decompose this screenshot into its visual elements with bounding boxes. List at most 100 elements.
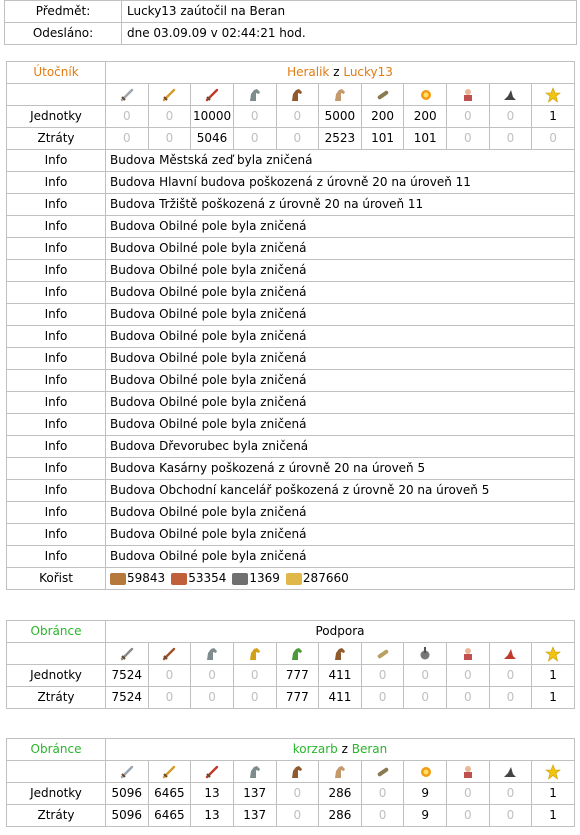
loss-count-cell: 5046	[190, 127, 234, 150]
unit-icon-cell	[147, 642, 192, 665]
unit-icon-cell	[488, 83, 533, 106]
loss-count-cell: 0	[488, 804, 533, 827]
loss-count-cell: 0	[147, 686, 192, 709]
info-text: Budova Obilné pole byla zničená	[105, 545, 575, 568]
sword-icon	[120, 88, 134, 101]
dagger-icon	[205, 88, 219, 101]
defender-role: Obránce	[6, 738, 106, 761]
defender-player-link[interactable]: korzarb	[293, 742, 338, 756]
loss-count-cell: 1	[531, 686, 575, 709]
unit-icon-cell	[403, 83, 447, 106]
info-row: Info Budova Obilné pole byla zničená	[6, 369, 575, 392]
iron-icon	[232, 572, 249, 585]
unit-icon-cell	[531, 83, 575, 106]
loss-count-cell: 7524	[105, 686, 149, 709]
loss-count-cell: 0	[403, 686, 447, 709]
horse-brown-icon	[292, 765, 303, 778]
horse-brown-icon	[334, 647, 345, 660]
hat-icon	[504, 89, 517, 100]
info-text: Budova Obilné pole byla zničená	[105, 391, 575, 414]
unit-count-cell: 0	[360, 782, 405, 805]
loot-values: 59843 53354 1369 287660	[105, 567, 575, 590]
attacker-icon-row	[6, 83, 575, 106]
unit-icon-cell	[531, 642, 575, 665]
loot-amount: 53354	[188, 571, 227, 585]
info-row: Info Budova Obilné pole byla zničená	[6, 523, 575, 546]
unit-icon-cell	[318, 760, 362, 783]
wood-icon	[110, 572, 126, 585]
loss-count-cell: 6465	[147, 804, 192, 827]
unit-icon-cell	[275, 760, 320, 783]
unit-count-cell: 200	[360, 105, 405, 128]
sword-icon	[120, 765, 134, 778]
loss-count-cell: 0	[446, 686, 490, 709]
attacker-report: Útočník Heralik z Lucky13 Jednotky 0 0 100…	[6, 61, 575, 590]
horse-beige-icon	[334, 88, 345, 101]
info-text: Budova Tržiště poškozená z úrovně 20 na …	[105, 193, 575, 216]
loss-count-cell: 0	[190, 686, 234, 709]
info-text: Budova Obilné pole byla zničená	[105, 259, 575, 282]
info-row: Info Budova Hlavní budova poškozená z úro…	[6, 171, 575, 194]
info-row: Info Budova Obilné pole byla zničená	[6, 347, 575, 370]
losses-label: Ztráty	[6, 804, 106, 827]
horse-green-icon	[292, 647, 303, 660]
attacker-joiner: z	[333, 65, 340, 79]
unit-icon-cell	[360, 642, 405, 665]
spear-icon	[163, 647, 176, 660]
loss-count-cell: 286	[318, 804, 362, 827]
loss-count-cell: 0	[360, 686, 405, 709]
unit-icon-cell	[446, 642, 490, 665]
info-text: Budova Obilné pole byla zničená	[105, 369, 575, 392]
attacker-losses-row: Ztráty 0 0 5046 0 0 2523 101 101 0 0 0	[6, 127, 575, 150]
unit-count-cell: 0	[232, 664, 277, 687]
loss-count-cell: 411	[318, 686, 362, 709]
unit-icon-cell	[190, 83, 234, 106]
unit-count-cell: 6465	[147, 782, 192, 805]
defender-joiner: z	[341, 742, 348, 756]
unit-count-cell: 0	[190, 664, 234, 687]
horse-yellow-icon	[249, 647, 260, 660]
unit-count-cell: 0	[488, 664, 533, 687]
unit-icon-cell	[403, 642, 447, 665]
info-label: Info	[6, 435, 106, 458]
defender1-units-row: Jednotky 7524 0 0 0 777 411 0 0 0 0 1	[6, 664, 575, 687]
loss-count-cell: 0	[275, 127, 320, 150]
unit-icon-cell	[531, 760, 575, 783]
info-label: Info	[6, 369, 106, 392]
defender-village-link[interactable]: Beran	[352, 742, 388, 756]
unit-icon-cell	[105, 760, 149, 783]
units-label: Jednotky	[6, 664, 106, 687]
unit-icon-cell	[318, 642, 362, 665]
horse-gray-icon	[249, 765, 260, 778]
losses-label: Ztráty	[6, 686, 106, 709]
loss-count-cell: 0	[275, 804, 320, 827]
attacker-units-row: Jednotky 0 0 10000 0 0 5000 200 200 0 0 1	[6, 105, 575, 128]
info-row: Info Budova Obilné pole byla zničená	[6, 215, 575, 238]
loss-count-cell: 777	[275, 686, 320, 709]
loot-amount: 287660	[302, 571, 349, 585]
unit-count-cell: 10000	[190, 105, 234, 128]
unit-icon-cell	[446, 760, 490, 783]
loss-count-cell: 9	[403, 804, 447, 827]
info-row: Info Budova Obilné pole byla zničená	[6, 545, 575, 568]
info-text: Budova Obilné pole byla zničená	[105, 347, 575, 370]
info-text: Budova Obilné pole byla zničená	[105, 303, 575, 326]
attacker-player-link[interactable]: Heralik	[287, 65, 329, 79]
info-text: Budova Kasárny poškozená z úrovně 20 na …	[105, 457, 575, 480]
info-row: Info Budova Obilné pole byla zničená	[6, 391, 575, 414]
cannon-icon	[377, 649, 388, 658]
info-text: Budova Obilné pole byla zničená	[105, 325, 575, 348]
info-label: Info	[6, 391, 106, 414]
icon-row-spacer	[6, 83, 106, 106]
star-icon	[545, 763, 562, 780]
info-label: Info	[6, 171, 106, 194]
subject-label: Předmět:	[4, 0, 122, 23]
info-label: Info	[6, 545, 106, 568]
attacker-village-link[interactable]: Lucky13	[343, 65, 393, 79]
unit-count-cell: 0	[275, 105, 320, 128]
unit-icon-cell	[232, 760, 277, 783]
info-label: Info	[6, 259, 106, 282]
info-label: Info	[6, 413, 106, 436]
clay-icon	[171, 572, 188, 585]
info-label: Info	[6, 281, 106, 304]
